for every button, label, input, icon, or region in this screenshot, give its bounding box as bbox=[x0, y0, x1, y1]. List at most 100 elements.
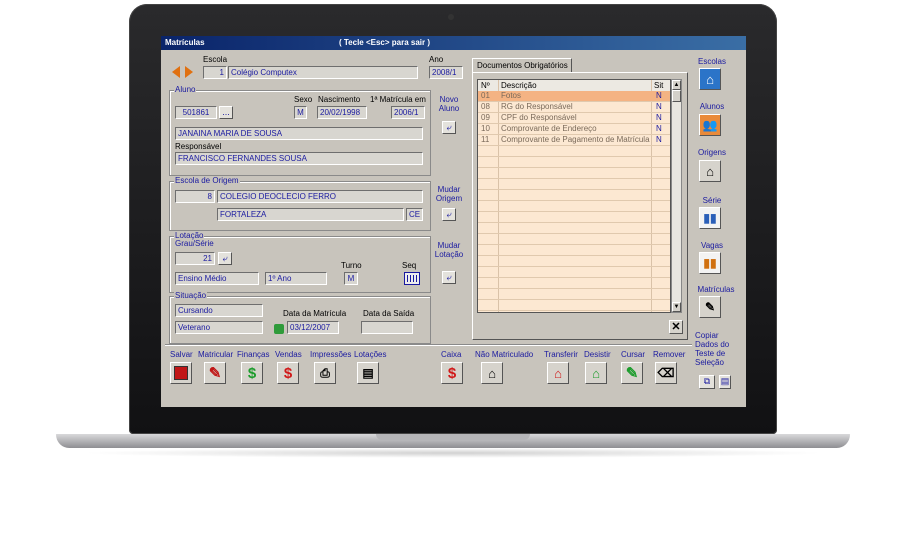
data-saida-field[interactable] bbox=[361, 321, 413, 334]
printer-icon: ⎙ bbox=[320, 365, 330, 380]
table-row[interactable] bbox=[478, 190, 670, 201]
mudar-lotacao-button[interactable]: ⤶ bbox=[442, 271, 456, 284]
cell-desc: Comprovante de Pagamento de Matrícula bbox=[501, 135, 650, 144]
ano-field[interactable]: 2008/1 bbox=[429, 66, 463, 79]
scroll-thumb[interactable] bbox=[672, 90, 681, 102]
financas-label: Finanças bbox=[237, 350, 270, 359]
table-row[interactable] bbox=[478, 168, 670, 179]
turno-label: Turno bbox=[341, 261, 362, 270]
table-row[interactable]: 08 RG do Responsável N bbox=[478, 102, 670, 113]
close-icon[interactable]: ✕ bbox=[669, 320, 683, 334]
grau-reset-button[interactable]: ⤶ bbox=[218, 252, 232, 265]
sidebar-vagas-button[interactable]: ▮▮ bbox=[699, 252, 721, 274]
impressoes-label: Impressões bbox=[310, 350, 352, 359]
data-matricula-field[interactable]: 03/12/2007 bbox=[287, 321, 339, 334]
lotacoes-label: Lotações bbox=[354, 350, 387, 359]
nao-matriculado-button[interactable]: ⌂ bbox=[481, 362, 503, 384]
table-row[interactable]: 01 Fotos N bbox=[478, 91, 670, 102]
origem-cidade-field[interactable]: FORTALEZA bbox=[217, 208, 404, 221]
documentos-scrollbar[interactable]: ▲ ▼ bbox=[671, 79, 682, 313]
table-row[interactable] bbox=[478, 234, 670, 245]
turno-field[interactable]: M bbox=[344, 272, 358, 285]
table-row[interactable] bbox=[478, 223, 670, 234]
salvar-label: Salvar bbox=[170, 350, 193, 359]
novo-aluno-button[interactable]: ⤶ bbox=[442, 121, 456, 134]
next-arrow-icon[interactable] bbox=[185, 66, 193, 78]
nivel-field[interactable]: Ensino Médio bbox=[175, 272, 259, 285]
table-row[interactable] bbox=[478, 157, 670, 168]
table-row[interactable] bbox=[478, 289, 670, 300]
copiar-doc-button[interactable]: ▤ bbox=[719, 375, 731, 389]
prev-arrow-icon[interactable] bbox=[172, 66, 180, 78]
seq-grid-icon bbox=[407, 275, 417, 282]
grau-field[interactable]: 21 bbox=[175, 252, 215, 265]
origem-name-field[interactable]: COLEGIO DEOCLECIO FERRO bbox=[217, 190, 423, 203]
transferir-button[interactable]: ⌂ bbox=[547, 362, 569, 384]
situacao-status-field[interactable]: Cursando bbox=[175, 304, 263, 317]
aluno-nome-field[interactable]: JANAINA MARIA DE SOUSA bbox=[175, 127, 423, 140]
table-row[interactable]: 09 CPF do Responsável N bbox=[478, 113, 670, 124]
table-row[interactable] bbox=[478, 278, 670, 289]
responsavel-field[interactable]: FRANCISCO FERNANDES SOUSA bbox=[175, 152, 423, 165]
table-row[interactable]: 11 Comprovante de Pagamento de Matrícula N bbox=[478, 135, 670, 146]
table-row[interactable] bbox=[478, 146, 670, 157]
nao-matriculado-label: Não Matriculado bbox=[475, 350, 534, 359]
seq-field[interactable] bbox=[404, 272, 420, 285]
tab-documentos[interactable]: Documentos Obrigatórios bbox=[472, 58, 572, 72]
sidebar-serie-button[interactable]: ▮▮ bbox=[699, 207, 721, 229]
cell-num: 11 bbox=[481, 135, 490, 144]
table-row[interactable] bbox=[478, 179, 670, 190]
aluno-browse-button[interactable]: ... bbox=[219, 106, 233, 119]
table-row[interactable] bbox=[478, 267, 670, 278]
table-row[interactable] bbox=[478, 300, 670, 311]
camera-icon bbox=[448, 14, 454, 20]
scroll-down-icon[interactable]: ▼ bbox=[672, 302, 681, 312]
table-row[interactable] bbox=[478, 256, 670, 267]
grau-serie-label: Grau/Série bbox=[175, 239, 214, 248]
remover-button[interactable]: ⌫ bbox=[655, 362, 677, 384]
lock-icon[interactable] bbox=[274, 324, 284, 334]
dollar-icon: $ bbox=[447, 364, 457, 382]
salvar-button[interactable] bbox=[170, 362, 192, 384]
table-row[interactable] bbox=[478, 245, 670, 256]
situacao-tipo-field[interactable]: Veterano bbox=[175, 321, 263, 334]
dollar-icon: $ bbox=[247, 364, 257, 382]
col-sit: Sit bbox=[654, 81, 664, 90]
financas-button[interactable]: $ bbox=[241, 362, 263, 384]
lotacoes-button[interactable]: ▤ bbox=[357, 362, 379, 384]
table-row[interactable] bbox=[478, 311, 670, 312]
window-hint: ( Tecle <Esc> para sair ) bbox=[339, 38, 431, 47]
sidebar-alunos-button[interactable]: 👥 bbox=[699, 114, 721, 136]
escola-name-field[interactable]: Colégio Computex bbox=[228, 66, 418, 79]
impressoes-button[interactable]: ⎙ bbox=[314, 362, 336, 384]
origem-uf-field[interactable]: CE bbox=[406, 208, 423, 221]
toolbar-separator bbox=[165, 344, 692, 346]
sidebar-matriculas-button[interactable]: ✎ bbox=[699, 296, 721, 318]
sexo-field[interactable]: M bbox=[294, 106, 307, 119]
table-row[interactable]: 10 Comprovante de Endereço N bbox=[478, 124, 670, 135]
escola-code-field[interactable]: 1 bbox=[203, 66, 227, 79]
serie-field[interactable]: 1º Ano bbox=[265, 272, 327, 285]
vendas-button[interactable]: $ bbox=[277, 362, 299, 384]
copiar-button[interactable]: ⧉ bbox=[699, 375, 715, 389]
data-saida-label: Data da Saída bbox=[363, 309, 415, 318]
cursar-button[interactable]: ✎ bbox=[621, 362, 643, 384]
bar-chart-icon: ▮▮ bbox=[703, 256, 717, 270]
undo-arrow-icon: ⤶ bbox=[222, 253, 228, 263]
sidebar-escolas-button[interactable]: ⌂ bbox=[699, 68, 721, 90]
origem-code-field[interactable]: 8 bbox=[175, 190, 215, 203]
transferir-label: Transferir bbox=[544, 350, 578, 359]
table-row[interactable] bbox=[478, 212, 670, 223]
caixa-button[interactable]: $ bbox=[441, 362, 463, 384]
matricular-button[interactable]: ✎ bbox=[204, 362, 226, 384]
aluno-code-field[interactable]: 501861 bbox=[175, 106, 217, 119]
novo-aluno-label: Novo Aluno bbox=[438, 95, 460, 113]
mudar-origem-button[interactable]: ⤶ bbox=[442, 208, 456, 221]
cell-num: 09 bbox=[481, 113, 490, 122]
table-row[interactable] bbox=[478, 201, 670, 212]
nascimento-field[interactable]: 20/02/1998 bbox=[317, 106, 367, 119]
sidebar-origens-button[interactable]: ⌂ bbox=[699, 160, 721, 182]
scroll-up-icon[interactable]: ▲ bbox=[672, 80, 681, 90]
primeira-matricula-field[interactable]: 2006/1 bbox=[391, 106, 425, 119]
desistir-button[interactable]: ⌂ bbox=[585, 362, 607, 384]
